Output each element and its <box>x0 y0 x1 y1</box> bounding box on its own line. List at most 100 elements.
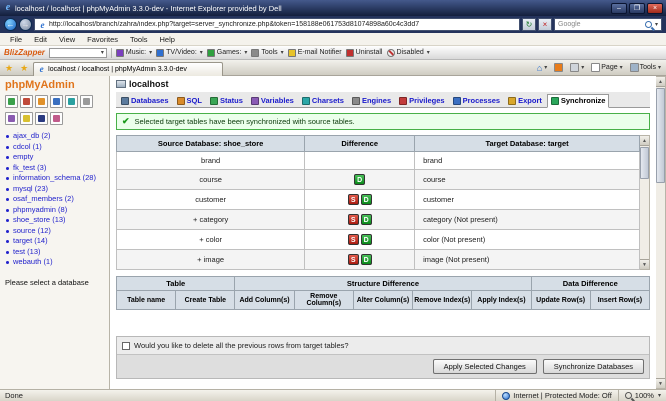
menu-favorites[interactable]: Favorites <box>81 35 124 44</box>
page-scrollbar[interactable]: ▲ ▼ <box>656 76 666 389</box>
database-link-empty[interactable]: empty <box>5 152 104 163</box>
scrollbar-track[interactable] <box>656 87 665 378</box>
data-diff-badge[interactable]: D <box>361 214 372 225</box>
database-link-webauth[interactable]: webauth (1) <box>5 257 104 268</box>
toolbar-tv-video[interactable]: TV/Video:▾ <box>156 49 203 57</box>
scroll-down-icon[interactable]: ▼ <box>640 259 649 269</box>
tab-synchronize[interactable]: Synchronize <box>547 94 610 108</box>
scrollbar-track[interactable] <box>640 146 649 259</box>
database-link-source[interactable]: source (12) <box>5 226 104 237</box>
tab-privileges[interactable]: Privileges <box>396 95 447 107</box>
target-db-header: Target Database: target <box>415 136 640 152</box>
database-link-shoe_store[interactable]: shoe_store (13) <box>5 215 104 226</box>
menu-view[interactable]: View <box>53 35 81 44</box>
toolbar-tools[interactable]: Tools▾ <box>251 49 283 57</box>
data-diff-badge[interactable]: D <box>361 234 372 245</box>
minimize-button[interactable]: – <box>611 3 627 14</box>
database-link-mysql[interactable]: mysql (23) <box>5 184 104 195</box>
nav-refresh-button[interactable] <box>5 112 18 125</box>
toolbar-music[interactable]: Music:▾ <box>116 49 152 57</box>
source-db-header: Source Database: shoe_store <box>117 136 305 152</box>
database-link-fk_test[interactable]: fk_test (3) <box>5 163 104 174</box>
nav-search-button[interactable] <box>20 112 33 125</box>
scrollbar-thumb[interactable] <box>640 147 649 179</box>
nav-logout-button[interactable] <box>20 95 33 108</box>
nav-collapse-button[interactable] <box>50 112 63 125</box>
toolbar-search-combo[interactable]: ▾ <box>49 48 107 58</box>
database-link-cdcol[interactable]: cdcol (1) <box>5 142 104 153</box>
action-buttons-row: Apply Selected Changes Synchronize Datab… <box>117 354 649 378</box>
scroll-up-icon[interactable]: ▲ <box>640 136 649 146</box>
data-diff-badge[interactable]: D <box>361 254 372 265</box>
home-button[interactable]: ⌂▾ <box>535 63 549 73</box>
database-link-test[interactable]: test (13) <box>5 247 104 258</box>
tab-processes[interactable]: Processes <box>450 95 504 107</box>
database-link-information_schema[interactable]: information_schema (28) <box>5 173 104 184</box>
scroll-up-icon[interactable]: ▲ <box>656 77 665 87</box>
tab-export[interactable]: Export <box>505 95 545 107</box>
back-button[interactable]: ← <box>4 18 17 31</box>
tab-databases[interactable]: Databases <box>118 95 172 107</box>
stop-button[interactable]: × <box>538 18 552 31</box>
search-dropdown-icon[interactable]: ▾ <box>655 21 658 28</box>
delete-rows-checkbox[interactable] <box>122 342 130 350</box>
nav-sql-window-button[interactable] <box>35 95 48 108</box>
nav-settings-button[interactable] <box>80 95 93 108</box>
scroll-down-icon[interactable]: ▼ <box>656 378 665 388</box>
add-favorite-star-icon[interactable]: ★ <box>18 62 30 74</box>
database-link-ajax_db[interactable]: ajax_db (2) <box>5 131 104 142</box>
server-name[interactable]: localhost <box>129 79 169 89</box>
structure-diff-badge[interactable]: S <box>348 214 359 225</box>
zoom-dropdown-icon[interactable]: ▾ <box>658 392 661 399</box>
close-button[interactable]: × <box>647 3 663 14</box>
tab-engines[interactable]: Engines <box>349 95 394 107</box>
search-icon[interactable] <box>645 21 652 28</box>
tab-sql[interactable]: SQL <box>174 95 205 107</box>
print-button[interactable]: ▾ <box>568 63 586 72</box>
forward-button[interactable]: → <box>19 18 32 31</box>
structure-diff-badge[interactable]: S <box>348 234 359 245</box>
menu-edit[interactable]: Edit <box>28 35 53 44</box>
delete-previous-rows-option[interactable]: Would you like to delete all the previou… <box>117 337 649 354</box>
sync-table-scrollbar[interactable]: ▲ ▼ <box>640 135 650 270</box>
nav-mysql-docs-button[interactable] <box>65 95 78 108</box>
database-link-osaf_members[interactable]: osaf_members (2) <box>5 194 104 205</box>
nav-list-button[interactable] <box>35 112 48 125</box>
maximize-button[interactable]: ❐ <box>629 3 645 14</box>
structure-diff-badge[interactable]: S <box>348 194 359 205</box>
feeds-button[interactable] <box>552 63 565 72</box>
database-link-phpmyadmin[interactable]: phpmyadmin (8) <box>5 205 104 216</box>
synchronize-databases-button[interactable]: Synchronize Databases <box>543 359 644 374</box>
page-menu-button[interactable]: Page▾ <box>589 63 624 72</box>
structure-difference-table: Table Structure Difference Data Differen… <box>116 276 650 310</box>
refresh-button[interactable]: ↻ <box>522 18 536 31</box>
menu-file[interactable]: File <box>4 35 28 44</box>
page-icon <box>591 63 600 72</box>
menu-tools[interactable]: Tools <box>124 35 154 44</box>
tab-variables[interactable]: Variables <box>248 95 297 107</box>
favorites-star-icon[interactable]: ★ <box>3 62 15 74</box>
data-diff-badge[interactable]: D <box>354 174 365 185</box>
toolbar-games[interactable]: Games:▾ <box>207 49 248 57</box>
nav-home-button[interactable] <box>5 95 18 108</box>
toolbar-email-notifier[interactable]: E-mail Notifier <box>288 49 342 57</box>
dropdown-icon: ▾ <box>620 64 623 71</box>
toolbar-uninstall[interactable]: Uninstall <box>346 49 383 57</box>
tools-menu-button[interactable]: Tools▾ <box>628 63 663 72</box>
structure-diff-badge[interactable]: S <box>348 254 359 265</box>
nav-pma-docs-button[interactable] <box>50 95 63 108</box>
apply-selected-changes-button[interactable]: Apply Selected Changes <box>433 359 537 374</box>
url-field[interactable]: e http://localhost/branch/zahra/index.ph… <box>34 18 520 31</box>
tab-status[interactable]: Status <box>207 95 246 107</box>
database-link-target[interactable]: target (14) <box>5 236 104 247</box>
browser-tab[interactable]: e localhost / localhost | phpMyAdmin 3.3… <box>33 62 223 76</box>
col-alter-columns: Alter Column(s) <box>353 291 412 310</box>
tab-charsets[interactable]: Charsets <box>299 95 347 107</box>
data-diff-badge[interactable]: D <box>361 194 372 205</box>
scrollbar-thumb[interactable] <box>656 88 665 183</box>
search-box[interactable]: Google ▾ <box>554 18 662 31</box>
toolbar-disabled[interactable]: Disabled▾ <box>387 49 430 57</box>
search-placeholder: Google <box>558 21 643 28</box>
zoom-control[interactable]: 100% ▾ <box>618 390 661 401</box>
menu-help[interactable]: Help <box>154 35 181 44</box>
